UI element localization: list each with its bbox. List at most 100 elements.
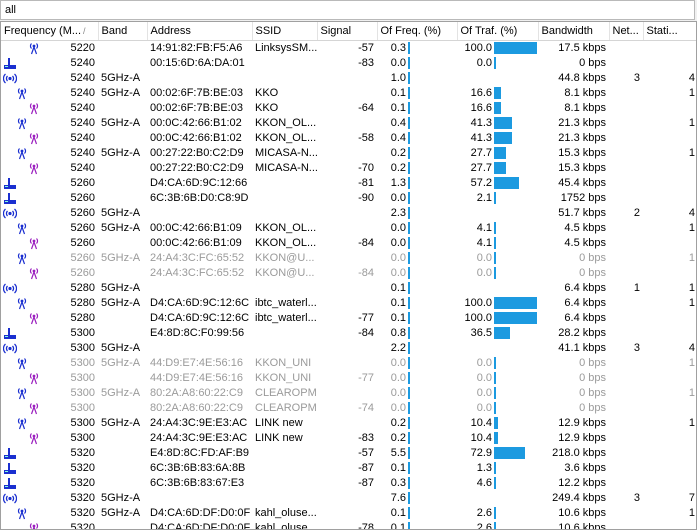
table-row[interactable]: 5300 E4:8D:8C:F0:99:56 -84 0.8 36.5 28.2 kbps	[1, 326, 696, 341]
ssid-cell: KKO	[255, 87, 279, 99]
col-band[interactable]: Band	[98, 22, 148, 41]
table-row[interactable]: 5240 5GHz-A 1.0 44.8 kbps 3 4	[1, 71, 696, 86]
ssid-cell	[252, 446, 317, 461]
table-row[interactable]: 5260 5GHz-A 00:0C:42:66:B1:09 KKON_OL... 0.0…	[1, 221, 696, 236]
bandwidth-cell: 0 bps	[579, 252, 606, 264]
networks-cell	[609, 56, 643, 71]
table-row[interactable]: 5300 5GHz-A 24:A4:3C:9E:E3:AC LINK new 0.2 10…	[1, 416, 696, 431]
of-freq-cell: 0.1	[377, 461, 457, 476]
bandwidth-cell: 12.2 kbps	[558, 477, 606, 489]
ssid-cell: KKON_OL...	[255, 117, 317, 129]
table-row[interactable]: 5240 5GHz-A 00:02:6F:7B:BE:03 KKO 0.1 16.6 8.1…	[1, 86, 696, 101]
networks-cell	[609, 131, 643, 146]
col-bandwidth[interactable]: Bandwidth	[538, 22, 610, 41]
table-row[interactable]: 5240 5GHz-A 00:27:22:B0:C2:D9 MICASA-N... 0.…	[1, 146, 696, 161]
access-point-icon	[15, 357, 29, 370]
of-freq-value: 0.3	[390, 477, 406, 489]
table-row[interactable]: 5260 6C:3B:6B:D0:C8:9D -90 0.0 2.1 1752 bps	[1, 191, 696, 206]
ssid-cell	[252, 341, 317, 356]
stations-cell	[643, 446, 696, 461]
col-stations[interactable]: Stati...	[643, 22, 696, 41]
of-freq-cell: 0.0	[377, 356, 457, 371]
access-point-icon	[15, 417, 29, 430]
frequency-value: 5280	[70, 312, 95, 324]
table-row[interactable]: 5300 24:A4:3C:9E:E3:AC LINK new -83 0.2 10.4 1…	[1, 431, 696, 446]
frequency-value: 5280	[70, 297, 95, 309]
table-row[interactable]: 5240 00:27:22:B0:C2:D9 MICASA-N... -70 0.2 27…	[1, 161, 696, 176]
table-row[interactable]: 5240 00:15:6D:6A:DA:01 -83 0.0 0.0 0 bps	[1, 56, 696, 71]
frequency-value: 5260	[70, 192, 95, 204]
signal-cell: -77	[358, 312, 374, 324]
of-traf-bar	[494, 192, 496, 205]
table-row[interactable]: 5320 6C:3B:6B:83:6A:8B -87 0.1 1.3 3.6 kbps	[1, 461, 696, 476]
table-row[interactable]: 5320 5GHz-A D4:CA:6D:DF:D0:0F kahl_oluse...…	[1, 506, 696, 521]
bandwidth-cell: 8.1 kbps	[564, 87, 606, 99]
band-cell	[98, 461, 147, 476]
address-cell: D4:CA:6D:9C:12:6C	[150, 312, 250, 324]
table-row[interactable]: 5260 5GHz-A 2.3 51.7 kbps 2 4	[1, 206, 696, 221]
signal-cell: -58	[358, 132, 374, 144]
of-traf-bar	[494, 432, 498, 445]
address-cell: 80:2A:A8:60:22:C9	[150, 387, 243, 399]
table-row[interactable]: 5300 5GHz-A 80:2A:A8:60:22:C9 CLEAROPM 0.0 0.…	[1, 386, 696, 401]
table-row[interactable]: 5240 5GHz-A 00:0C:42:66:B1:02 KKON_OL... 0.4…	[1, 116, 696, 131]
address-cell	[147, 206, 252, 221]
of-traf-bar	[494, 147, 506, 160]
table-row[interactable]: 5300 44:D9:E7:4E:56:16 KKON_UNI -77 0.0 0.0 0 …	[1, 371, 696, 386]
network-icon	[2, 72, 18, 85]
of-freq-value: 0.3	[390, 42, 406, 54]
filter-bar[interactable]	[0, 0, 695, 20]
of-traf-cell: 4.6	[457, 476, 538, 491]
signal-cell: -90	[358, 192, 374, 204]
of-freq-cell: 0.0	[377, 401, 457, 416]
of-freq-value: 5.5	[390, 447, 406, 459]
address-cell	[147, 341, 252, 356]
table-row[interactable]: 5280 D4:CA:6D:9C:12:6C ibtc_waterl... -77 0.…	[1, 311, 696, 326]
table-row[interactable]: 5320 E4:8D:8C:FD:AF:B9 -57 5.5 72.9 218.0 kbp…	[1, 446, 696, 461]
table-row[interactable]: 5300 5GHz-A 2.2 41.1 kbps 3 4	[1, 341, 696, 356]
table-row[interactable]: 5320 6C:3B:6B:83:67:E3 -87 0.3 4.6 12.2 kbps	[1, 476, 696, 491]
of-freq-value: 0.0	[390, 357, 406, 369]
table-row[interactable]: 5260 24:A4:3C:FC:65:52 KKON@U... -84 0.0 0.0 0…	[1, 266, 696, 281]
col-address[interactable]: Address	[147, 22, 253, 41]
filter-input[interactable]	[1, 1, 689, 19]
signal-cell	[317, 416, 377, 431]
networks-cell	[609, 431, 643, 446]
networks-cell	[609, 461, 643, 476]
table-row[interactable]: 5300 5GHz-A 44:D9:E7:4E:56:16 KKON_UNI 0.0 0.…	[1, 356, 696, 371]
table-row[interactable]: 5260 D4:CA:6D:9C:12:66 -81 1.3 57.2 45.4 kbps	[1, 176, 696, 191]
signal-cell	[317, 116, 377, 131]
stations-cell: 1	[688, 417, 695, 429]
table-row[interactable]: 5260 00:0C:42:66:B1:09 KKON_OL... -84 0.0 4.1…	[1, 236, 696, 251]
table-row[interactable]: 5280 5GHz-A 0.1 6.4 kbps 1 1	[1, 281, 696, 296]
of-freq-bar	[408, 192, 410, 205]
ssid-cell	[252, 491, 317, 506]
networks-cell	[609, 371, 643, 386]
table-row[interactable]: 5320 5GHz-A 7.6 249.4 kbps 3 7	[1, 491, 696, 506]
table-row[interactable]: 5240 00:0C:42:66:B1:02 KKON_OL... -58 0.4 41.…	[1, 131, 696, 146]
col-ssid[interactable]: SSID	[252, 22, 318, 41]
networks-cell	[609, 116, 643, 131]
table-row[interactable]: 5260 5GHz-A 24:A4:3C:FC:65:52 KKON@U... 0.0 0…	[1, 251, 696, 266]
col-networks[interactable]: Net...	[609, 22, 644, 41]
table-row[interactable]: 5280 5GHz-A D4:CA:6D:9C:12:6C ibtc_waterl..…	[1, 296, 696, 311]
table-row[interactable]: 5240 00:02:6F:7B:BE:03 KKO -64 0.1 16.6 8.1 kb…	[1, 101, 696, 116]
stations-cell: 1	[688, 117, 695, 129]
of-freq-value: 0.2	[390, 432, 406, 444]
col-frequency[interactable]: Frequency (M... /	[1, 22, 99, 41]
spectral-history-table[interactable]: Frequency (M... / Band Address SSID Signa…	[0, 21, 697, 530]
col-signal[interactable]: Signal	[317, 22, 378, 41]
address-cell: 00:0C:42:66:B1:02	[150, 132, 242, 144]
table-row[interactable]: 5220 14:91:82:FB:F5:A6 LinksysSM... -57 0.3 1…	[1, 41, 696, 57]
col-of-traf[interactable]: Of Traf. (%)	[457, 22, 539, 41]
col-of-freq[interactable]: Of Freq. (%)	[377, 22, 458, 41]
ssid-cell: LINK new	[255, 432, 303, 444]
ssid-cell: KKON_UNI	[255, 372, 312, 384]
table-row[interactable]: 5300 80:2A:A8:60:22:C9 CLEAROPM -74 0.0 0.0 0 …	[1, 401, 696, 416]
networks-cell: 2	[633, 207, 640, 219]
of-freq-cell: 0.3	[377, 476, 457, 491]
table-row[interactable]: 5320 D4:CA:6D:DF:D0:0F kahl_oluse... -78 0.1…	[1, 521, 696, 529]
of-traf-value: 41.3	[470, 117, 492, 129]
of-traf-cell: 10.4	[457, 416, 538, 431]
signal-cell	[317, 86, 377, 101]
